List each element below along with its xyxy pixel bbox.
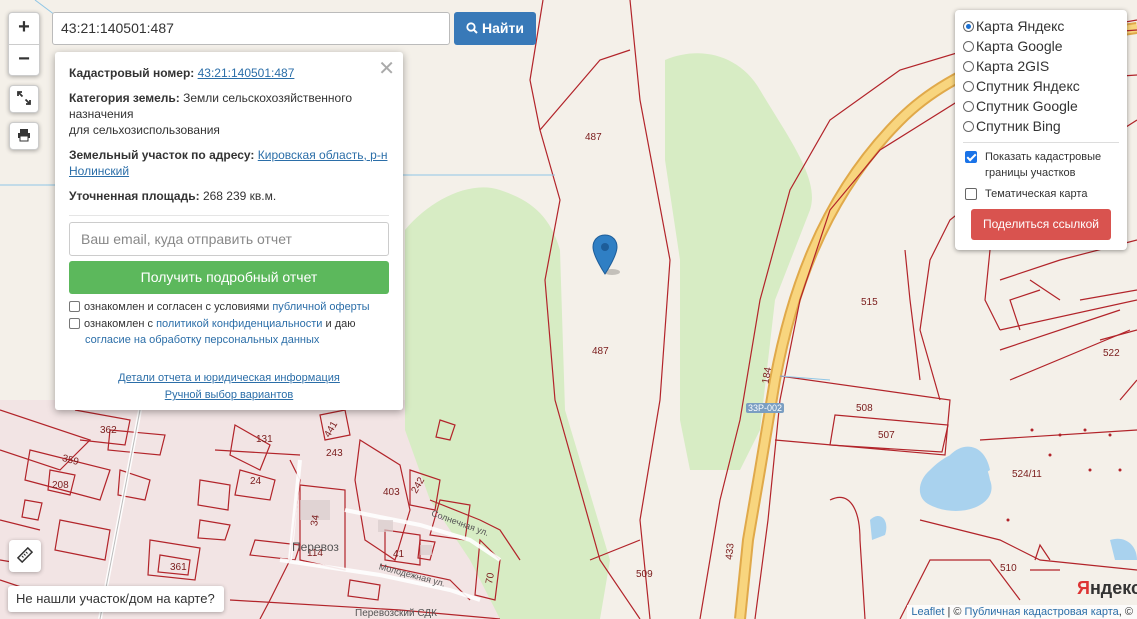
offer-text: ознакомлен и согласен с условиями	[84, 301, 270, 313]
poi-label: Перевозский СДК	[355, 608, 437, 619]
basemap-options: Карта Яндекс Карта Google Карта 2GIS Спутни…	[963, 16, 1119, 136]
parcel-label: 34	[309, 514, 322, 527]
parcel-label: 131	[256, 434, 273, 445]
printer-icon	[18, 129, 30, 142]
share-link-button[interactable]: Поделиться ссылкой	[971, 209, 1111, 240]
divider	[69, 215, 389, 216]
land-category-value: Земли сельскохозяйственного	[183, 91, 353, 105]
basemap-option-label: Карта Google	[976, 38, 1063, 54]
pkk-link[interactable]: Публичная кадастровая карта	[965, 606, 1119, 618]
zoom-control: + −	[8, 12, 40, 76]
village-label: Перевоз	[292, 540, 339, 554]
parcel-label: 403	[383, 487, 400, 498]
parcel-label: 509	[636, 569, 653, 580]
basemap-option-label: Спутник Google	[976, 98, 1078, 114]
thematic-map-toggle[interactable]: Тематическая карта	[963, 186, 1119, 202]
radio-button[interactable]	[963, 80, 974, 92]
measure-button[interactable]	[9, 540, 41, 572]
radio-button[interactable]	[963, 20, 974, 32]
expand-icon	[17, 91, 31, 105]
land-category-label: Категория земель:	[69, 91, 180, 105]
cadastral-search-input[interactable]: 43:21:140501:487	[52, 12, 450, 45]
thematic-map-label: Тематическая карта	[985, 188, 1088, 200]
privacy-checkbox[interactable]	[69, 318, 80, 329]
personal-data-link[interactable]: согласие на обработку персональных данны…	[85, 334, 319, 346]
get-report-button[interactable]: Получить подробный отчет	[69, 261, 389, 294]
basemap-option-label: Карта 2GIS	[976, 58, 1050, 74]
parcel-label: 70	[484, 572, 497, 585]
radio-button[interactable]	[963, 100, 974, 112]
close-icon[interactable]: ✕	[378, 56, 395, 81]
not-found-button[interactable]: Не нашли участок/дом на карте?	[8, 586, 224, 612]
radio-button[interactable]	[963, 120, 974, 132]
basemap-option[interactable]: Спутник Bing	[963, 116, 1119, 136]
fullscreen-button[interactable]	[9, 85, 39, 113]
road-badge: 33Р-002	[746, 403, 785, 413]
parcel-label: 515	[861, 297, 878, 308]
parcel-label: 243	[326, 448, 343, 459]
basemap-option-label: Спутник Bing	[976, 118, 1061, 134]
basemap-option-label: Карта Яндекс	[976, 18, 1065, 34]
ruler-icon	[16, 546, 34, 564]
find-button[interactable]: Найти	[454, 12, 536, 45]
address-link-2[interactable]: Нолинский	[69, 164, 129, 178]
leaflet-link[interactable]: Leaflet	[911, 606, 944, 618]
basemap-option[interactable]: Карта 2GIS	[963, 56, 1119, 76]
parcel-label: 24	[250, 476, 262, 487]
parcel-label: 361	[170, 562, 187, 573]
basemap-option-label: Спутник Яндекс	[976, 78, 1080, 94]
land-category-value: назначения	[69, 107, 134, 121]
area-label: Уточненная площадь:	[69, 189, 200, 203]
show-cadastral-label: Показать кадастровые границы участков	[985, 151, 1102, 179]
privacy-policy-link[interactable]: политикой конфиденциальности	[156, 318, 322, 330]
basemap-option[interactable]: Карта Яндекс	[963, 16, 1119, 36]
show-cadastral-checkbox[interactable]	[965, 151, 977, 163]
parcel-label: 433	[724, 542, 737, 561]
map-marker-icon[interactable]	[592, 234, 620, 276]
parcel-label: 507	[878, 430, 895, 441]
cad-number-link[interactable]: 43:21:140501:487	[198, 66, 295, 80]
find-button-label: Найти	[481, 20, 524, 36]
parcel-label: 487	[585, 132, 602, 143]
manual-choice-link[interactable]: Ручной выбор вариантов	[165, 389, 293, 401]
parcel-label: 510	[1000, 563, 1017, 574]
email-field[interactable]: Ваш email, куда отправить отчет	[69, 222, 389, 256]
radio-button[interactable]	[963, 40, 974, 52]
offer-checkbox[interactable]	[69, 301, 80, 312]
privacy-agreement-row[interactable]: ознакомлен с политикой конфиденциальност…	[69, 316, 389, 348]
basemap-option[interactable]: Спутник Яндекс	[963, 76, 1119, 96]
basemap-option[interactable]: Спутник Google	[963, 96, 1119, 116]
layers-panel: Карта Яндекс Карта Google Карта 2GIS Спутни…	[955, 10, 1127, 250]
thematic-map-checkbox[interactable]	[965, 188, 977, 200]
zoom-out-button[interactable]: −	[9, 44, 39, 76]
print-button[interactable]	[9, 122, 39, 150]
address-label: Земельный участок по адресу:	[69, 148, 255, 162]
parcel-label: 524/11	[1012, 469, 1042, 480]
address-link[interactable]: Кировская область, р-н	[258, 148, 388, 162]
parcel-label: 487	[592, 346, 609, 357]
yandex-logo: Яндекс	[1077, 578, 1137, 598]
privacy-text: ознакомлен с	[84, 318, 154, 330]
zoom-in-button[interactable]: +	[9, 13, 39, 44]
divider	[963, 142, 1119, 143]
parcel-label: 208	[52, 480, 69, 491]
area-value: 268 239 кв.м.	[202, 189, 277, 203]
offer-link[interactable]: публичной оферты	[272, 301, 369, 313]
basemap-option[interactable]: Карта Google	[963, 36, 1119, 56]
parcel-label: 508	[856, 403, 873, 414]
parcel-label: 522	[1103, 348, 1120, 359]
show-cadastral-toggle[interactable]: Показать кадастровые границы участков	[963, 149, 1119, 181]
parcel-info-popup: ✕ Кадастровый номер: 43:21:140501:487 Ка…	[55, 52, 403, 410]
radio-button[interactable]	[963, 60, 974, 72]
land-use-value: для сельхозиспользования	[69, 123, 220, 137]
search-icon	[466, 22, 478, 34]
parcel-label: 362	[100, 425, 117, 436]
report-details-link[interactable]: Детали отчета и юридическая информация	[118, 372, 340, 384]
privacy-text-2: и даю	[325, 318, 356, 330]
offer-agreement-row[interactable]: ознакомлен и согласен с условиями публич…	[69, 299, 389, 315]
attribution: Leaflet | © Публичная кадастровая карта,…	[907, 605, 1137, 619]
cad-number-label: Кадастровый номер:	[69, 66, 195, 80]
parcel-label: 41	[393, 549, 405, 560]
